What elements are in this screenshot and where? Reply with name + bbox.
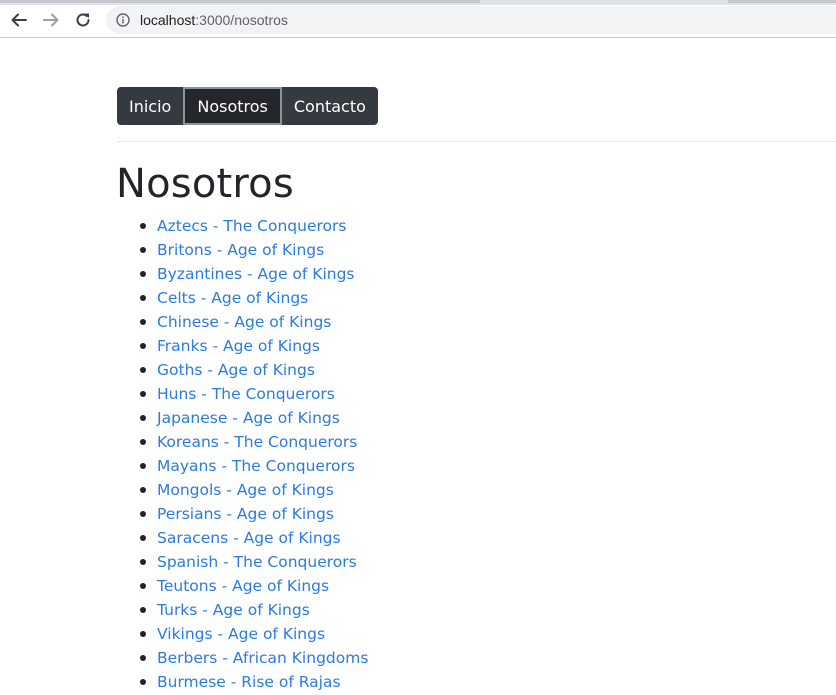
civ-link[interactable]: Chinese - Age of Kings — [157, 313, 331, 331]
arrow-left-icon — [11, 13, 27, 27]
nav-item-inicio[interactable]: Inicio — [117, 87, 183, 125]
bullet-icon — [140, 247, 146, 253]
list-item: Berbers - African Kingdoms — [140, 646, 368, 670]
bullet-icon — [140, 559, 146, 565]
civ-link[interactable]: Celts - Age of Kings — [157, 289, 308, 307]
list-item: Byzantines - Age of Kings — [140, 262, 368, 286]
page-title: Nosotros — [116, 161, 294, 207]
bullet-icon — [140, 679, 146, 685]
url-text[interactable]: localhost:3000/nosotros — [140, 12, 288, 28]
civ-link[interactable]: Saracens - Age of Kings — [157, 529, 341, 547]
list-item: Burmese - Rise of Rajas — [140, 670, 368, 694]
civ-link[interactable]: Goths - Age of Kings — [157, 361, 315, 379]
list-item: Persians - Age of Kings — [140, 502, 368, 526]
reload-button[interactable] — [71, 8, 95, 32]
list-item: Turks - Age of Kings — [140, 598, 368, 622]
bullet-icon — [140, 511, 146, 517]
list-item: Britons - Age of Kings — [140, 238, 368, 262]
nav-item-nosotros[interactable]: Nosotros — [183, 87, 282, 125]
list-item: Huns - The Conquerors — [140, 382, 368, 406]
list-item: Celts - Age of Kings — [140, 286, 368, 310]
bullet-icon — [140, 367, 146, 373]
bullet-icon — [140, 655, 146, 661]
bullet-icon — [140, 463, 146, 469]
bullet-icon — [140, 607, 146, 613]
bullet-icon — [140, 631, 146, 637]
list-item: Mayans - The Conquerors — [140, 454, 368, 478]
civ-link[interactable]: Byzantines - Age of Kings — [157, 265, 355, 283]
list-item: Mongols - Age of Kings — [140, 478, 368, 502]
reload-icon — [76, 13, 90, 27]
bullet-icon — [140, 223, 146, 229]
civ-link[interactable]: Britons - Age of Kings — [157, 241, 324, 259]
browser-toolbar: localhost:3000/nosotros — [0, 0, 836, 38]
civ-link[interactable]: Koreans - The Conquerors — [157, 433, 357, 451]
list-item: Spanish - The Conquerors — [140, 550, 368, 574]
civ-link[interactable]: Mayans - The Conquerors — [157, 457, 355, 475]
civ-link[interactable]: Huns - The Conquerors — [157, 385, 335, 403]
nav-item-contacto[interactable]: Contacto — [282, 87, 378, 125]
bullet-icon — [140, 487, 146, 493]
civilization-list: Aztecs - The Conquerors Britons - Age of… — [117, 214, 368, 694]
civ-link[interactable]: Berbers - African Kingdoms — [157, 649, 368, 667]
civ-link[interactable]: Burmese - Rise of Rajas — [157, 673, 341, 691]
forward-button[interactable] — [39, 8, 63, 32]
address-bar[interactable]: localhost:3000/nosotros — [106, 6, 836, 34]
list-item: Goths - Age of Kings — [140, 358, 368, 382]
bullet-icon — [140, 295, 146, 301]
list-item: Japanese - Age of Kings — [140, 406, 368, 430]
civ-link[interactable]: Teutons - Age of Kings — [157, 577, 329, 595]
info-icon[interactable] — [116, 13, 130, 27]
civ-link[interactable]: Aztecs - The Conquerors — [157, 217, 346, 235]
bullet-icon — [140, 391, 146, 397]
url-path: :3000/nosotros — [195, 12, 288, 28]
bullet-icon — [140, 439, 146, 445]
list-item: Vikings - Age of Kings — [140, 622, 368, 646]
bullet-icon — [140, 535, 146, 541]
arrow-right-icon — [43, 13, 59, 27]
bullet-icon — [140, 319, 146, 325]
civ-link[interactable]: Spanish - The Conquerors — [157, 553, 357, 571]
bullet-icon — [140, 271, 146, 277]
list-item: Teutons - Age of Kings — [140, 574, 368, 598]
url-host: localhost — [140, 12, 196, 28]
civ-link[interactable]: Persians - Age of Kings — [157, 505, 334, 523]
back-button[interactable] — [7, 8, 31, 32]
civ-link[interactable]: Vikings - Age of Kings — [157, 625, 325, 643]
civ-link[interactable]: Mongols - Age of Kings — [157, 481, 334, 499]
bullet-icon — [140, 415, 146, 421]
main-navbar: Inicio Nosotros Contacto — [117, 87, 378, 125]
tab-strip — [0, 0, 836, 5]
list-item: Chinese - Age of Kings — [140, 310, 368, 334]
list-item: Franks - Age of Kings — [140, 334, 368, 358]
list-item: Koreans - The Conquerors — [140, 430, 368, 454]
list-item: Saracens - Age of Kings — [140, 526, 368, 550]
bullet-icon — [140, 583, 146, 589]
civ-link[interactable]: Turks - Age of Kings — [157, 601, 310, 619]
civ-link[interactable]: Franks - Age of Kings — [157, 337, 320, 355]
bullet-icon — [140, 343, 146, 349]
civ-link[interactable]: Japanese - Age of Kings — [157, 409, 340, 427]
list-item: Aztecs - The Conquerors — [140, 214, 368, 238]
divider — [117, 141, 836, 142]
